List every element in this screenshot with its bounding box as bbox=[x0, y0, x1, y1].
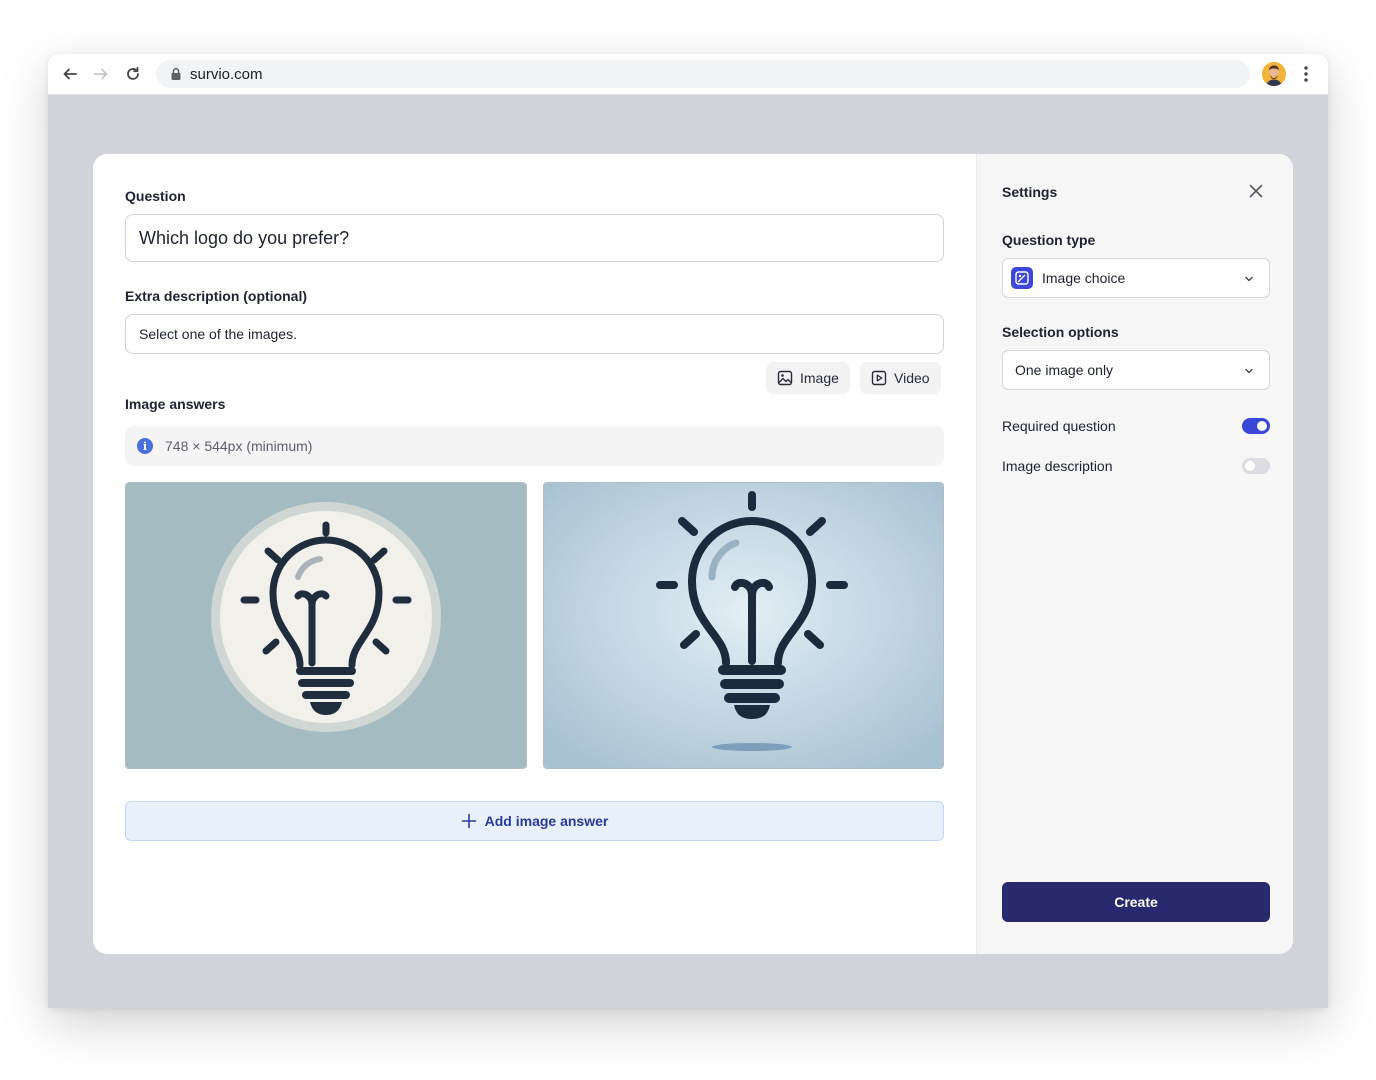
image-description-toggle[interactable] bbox=[1242, 458, 1270, 474]
attach-video-label: Video bbox=[894, 370, 930, 386]
kebab-menu-icon[interactable] bbox=[1298, 64, 1314, 84]
browser-window: survio.com Question Which logo do you pr… bbox=[48, 54, 1328, 1008]
close-icon[interactable] bbox=[1248, 183, 1264, 199]
image-answers-label: Image answers bbox=[125, 396, 226, 412]
url-text: survio.com bbox=[190, 65, 263, 83]
settings-panel: Settings Question type Image choice Sele… bbox=[976, 154, 1293, 954]
image-choice-icon bbox=[1011, 267, 1033, 289]
chevron-down-icon bbox=[1245, 368, 1253, 374]
lightbulb-icon bbox=[544, 483, 943, 768]
selection-options-value: One image only bbox=[1015, 362, 1114, 378]
avatar[interactable] bbox=[1262, 62, 1286, 86]
selection-options-select[interactable]: One image only bbox=[1002, 350, 1270, 390]
selection-options-label: Selection options bbox=[1002, 324, 1119, 340]
description-label: Extra description (optional) bbox=[125, 288, 308, 304]
reload-icon[interactable] bbox=[123, 64, 143, 84]
chevron-down-icon bbox=[1245, 276, 1253, 282]
required-question-label: Required question bbox=[1002, 418, 1116, 434]
create-button[interactable]: Create bbox=[1002, 882, 1270, 922]
image-description-row: Image description bbox=[1002, 456, 1270, 476]
question-label: Question bbox=[125, 188, 186, 204]
lightbulb-icon bbox=[126, 483, 526, 768]
back-arrow-icon[interactable] bbox=[60, 64, 80, 84]
attach-image-button[interactable]: Image bbox=[766, 362, 850, 394]
attach-video-button[interactable]: Video bbox=[860, 362, 941, 394]
question-input[interactable]: Which logo do you prefer? bbox=[125, 214, 944, 262]
plus-icon bbox=[461, 813, 476, 829]
question-type-label: Question type bbox=[1002, 232, 1096, 248]
image-description-label: Image description bbox=[1002, 458, 1113, 474]
question-modal: Question Which logo do you prefer? Extra… bbox=[93, 154, 1293, 954]
video-icon bbox=[871, 370, 887, 386]
required-question-row: Required question bbox=[1002, 416, 1270, 436]
image-icon bbox=[777, 370, 793, 386]
browser-toolbar: survio.com bbox=[48, 54, 1328, 95]
settings-title: Settings bbox=[1002, 184, 1058, 200]
image-size-hint: i 748 × 544px (minimum) bbox=[125, 426, 944, 466]
toggle-knob bbox=[1245, 461, 1255, 471]
question-input-value: Which logo do you prefer? bbox=[139, 227, 350, 248]
image-answer-1[interactable] bbox=[125, 482, 527, 769]
lock-icon bbox=[171, 67, 181, 80]
address-bar[interactable]: survio.com bbox=[156, 60, 1250, 88]
description-input-value: Select one of the images. bbox=[139, 326, 297, 342]
attach-image-label: Image bbox=[800, 370, 839, 386]
info-icon: i bbox=[137, 438, 153, 454]
required-question-toggle[interactable] bbox=[1242, 418, 1270, 434]
question-type-select[interactable]: Image choice bbox=[1002, 258, 1270, 298]
question-type-value: Image choice bbox=[1042, 270, 1126, 286]
toggle-knob bbox=[1257, 421, 1267, 431]
description-input[interactable]: Select one of the images. bbox=[125, 314, 944, 354]
add-image-answer-label: Add image answer bbox=[484, 813, 609, 829]
image-answer-2[interactable] bbox=[543, 482, 944, 769]
add-image-answer-button[interactable]: Add image answer bbox=[125, 801, 944, 841]
image-size-hint-text: 748 × 544px (minimum) bbox=[165, 438, 313, 454]
forward-arrow-icon[interactable] bbox=[91, 64, 111, 84]
question-editor: Question Which logo do you prefer? Extra… bbox=[93, 154, 976, 954]
